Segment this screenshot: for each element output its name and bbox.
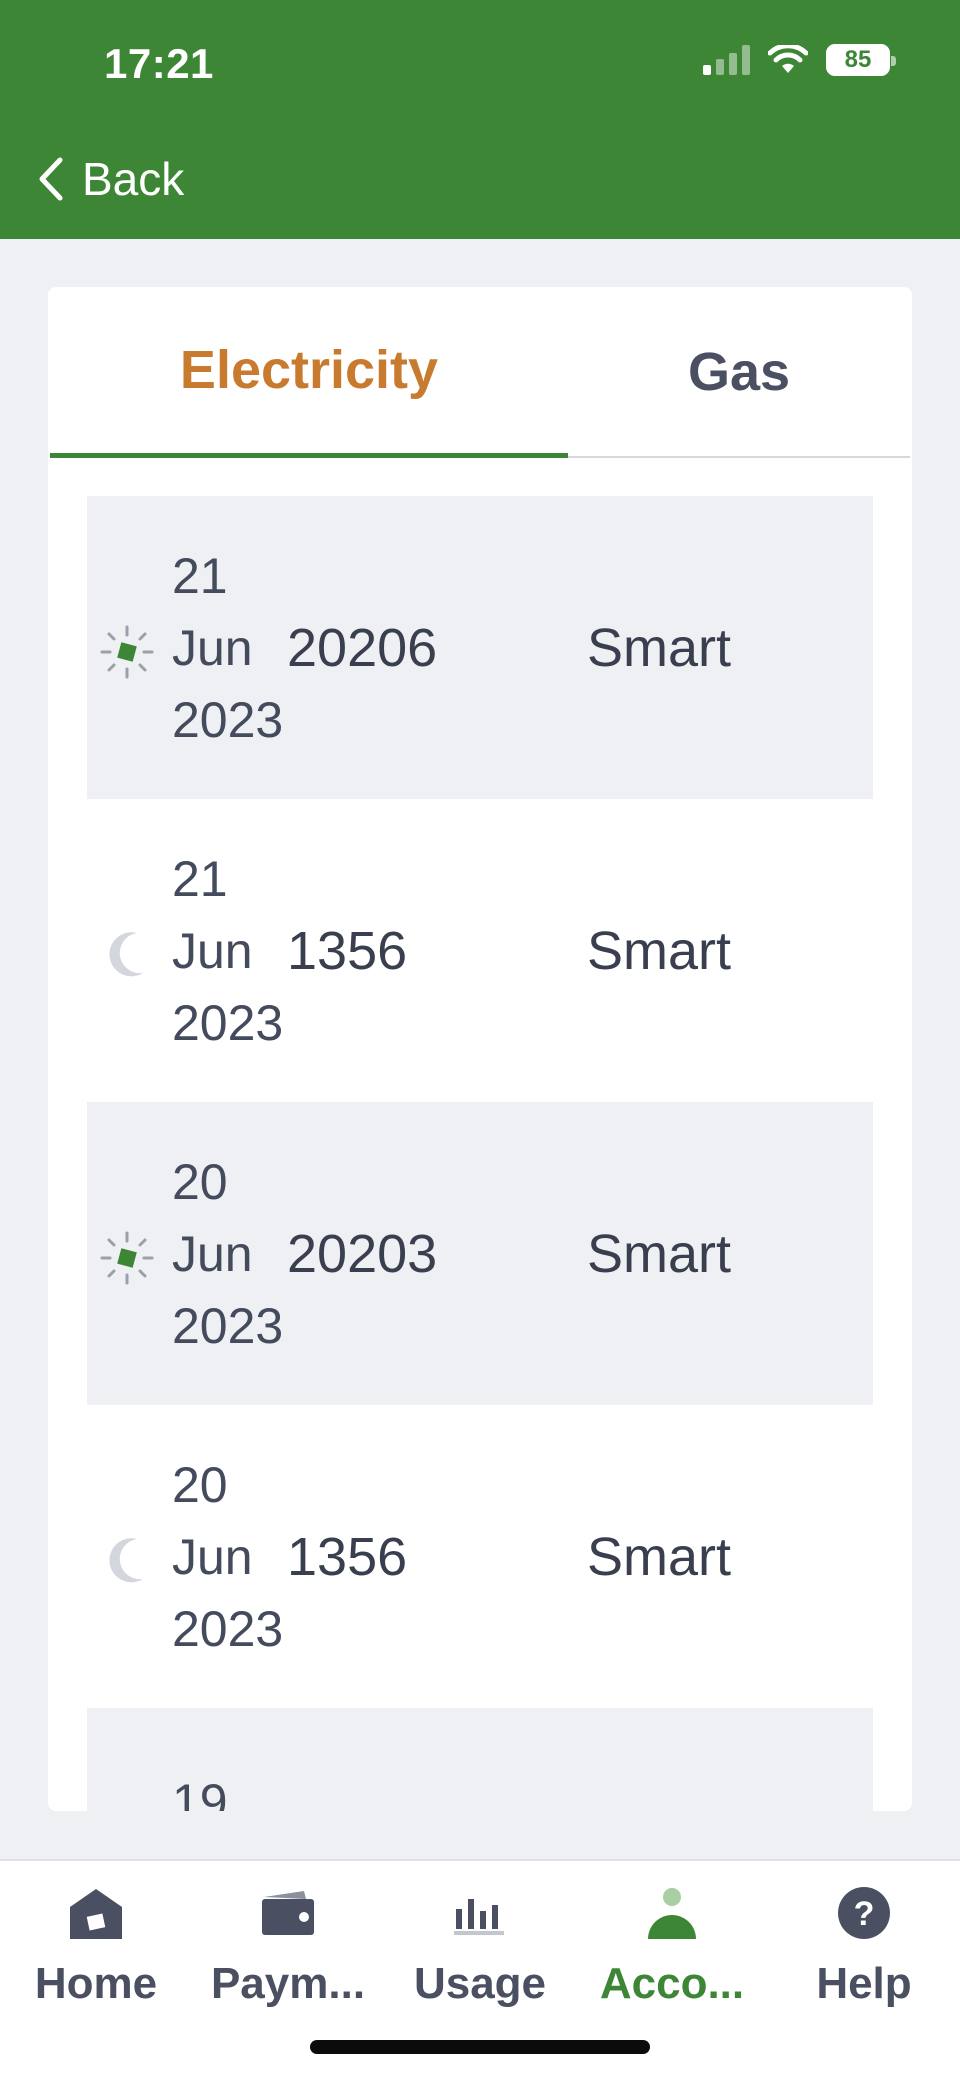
reading-value: 1356	[287, 920, 408, 981]
account-icon	[640, 1881, 704, 1945]
reading-date: 21 Jun 2023	[172, 850, 284, 1051]
reading-type: Smart	[587, 920, 732, 981]
reading-type: Smart	[587, 617, 732, 678]
wifi-icon	[768, 45, 808, 73]
back-label: Back	[82, 153, 185, 205]
list-item: 20 Jun 2023 20203 Smart	[87, 1102, 873, 1405]
wallet-icon	[256, 1881, 320, 1945]
readings-list: 21 Jun 2023 20206 Smart 21 Jun 2023 1356…	[87, 496, 873, 1811]
fuel-tabs: Electricity Gas	[50, 287, 910, 458]
status-icons: 85	[703, 44, 896, 76]
list-item: 21 Jun 2023 20206 Smart	[87, 496, 873, 799]
list-item: 20 Jun 2023 1356 Smart	[87, 1405, 873, 1708]
status-time: 17:21	[104, 40, 214, 87]
list-item: 19	[87, 1708, 873, 1811]
moon-icon	[109, 1538, 143, 1583]
reading-date: 20 Jun 2023	[172, 1456, 284, 1657]
bar-chart-icon	[448, 1881, 512, 1945]
sun-icon	[100, 625, 154, 679]
reading-type: Smart	[587, 1223, 732, 1284]
reading-date: 21 Jun 2023	[172, 547, 284, 748]
nav-account[interactable]: Acco...	[576, 1881, 768, 2009]
moon-icon	[109, 932, 143, 977]
back-button[interactable]: Back	[36, 152, 184, 206]
list-item: 21 Jun 2023 1356 Smart	[87, 799, 873, 1102]
app-header: 17:21 85 Back	[0, 0, 960, 239]
chevron-left-icon	[39, 157, 63, 201]
nav-usage[interactable]: Usage	[384, 1881, 576, 2009]
home-icon	[64, 1881, 128, 1945]
tab-electricity[interactable]: Electricity	[50, 287, 568, 458]
nav-home[interactable]: Home	[0, 1881, 192, 2009]
cellular-signal-icon	[703, 45, 750, 75]
reading-date: 19	[172, 1774, 228, 1811]
tab-gas[interactable]: Gas	[568, 287, 910, 458]
nav-payments[interactable]: Paym...	[192, 1881, 384, 2009]
svg-text:?: ?	[854, 1895, 875, 1933]
nav-help[interactable]: ? Help	[768, 1881, 960, 2009]
reading-type: Smart	[587, 1526, 732, 1587]
reading-value: 20206	[287, 617, 438, 678]
reading-value: 1356	[287, 1526, 408, 1587]
reading-value: 20203	[287, 1223, 438, 1284]
readings-card: Electricity Gas 21 Jun 2023 20206 Smart	[48, 287, 912, 1811]
help-icon: ?	[832, 1881, 896, 1945]
battery-icon: 85	[826, 44, 896, 76]
sun-icon	[100, 1231, 154, 1285]
reading-date: 20 Jun 2023	[172, 1153, 284, 1354]
home-indicator	[310, 2040, 650, 2054]
